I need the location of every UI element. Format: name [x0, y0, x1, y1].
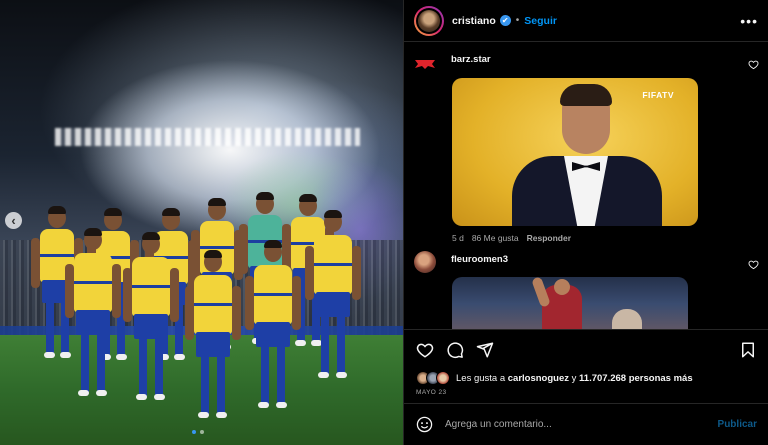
heart-icon[interactable]: [748, 259, 759, 270]
list-item: fleuroomen3: [414, 251, 759, 329]
comment-gif[interactable]: [452, 277, 688, 329]
publish-button[interactable]: Publicar: [718, 419, 757, 430]
comment-form: Publicar: [404, 403, 768, 445]
comment-time: 5 d: [452, 233, 464, 243]
comment-meta: 5 d 86 Me gusta Responder: [452, 233, 571, 243]
comment-likes[interactable]: 86 Me gusta: [472, 233, 519, 243]
reply-button[interactable]: Responder: [527, 233, 571, 243]
verified-icon: ✔: [499, 15, 511, 26]
likes-prefix: Les gusta a: [456, 372, 508, 384]
likes-count[interactable]: 11.707.268 personas más: [579, 373, 693, 384]
stadium-lights: [55, 128, 360, 146]
emoji-icon[interactable]: [416, 416, 433, 433]
gif-hair: [560, 84, 612, 106]
action-bar: [416, 340, 757, 360]
heart-icon[interactable]: [748, 59, 759, 70]
carousel-dots: [192, 430, 204, 434]
chevron-left-icon[interactable]: ‹: [5, 212, 22, 229]
avatar[interactable]: [414, 5, 444, 36]
list-item: barz.star FIFATV 5 d 86 Me gusta Respond…: [414, 53, 759, 253]
liker-avatars: [416, 371, 450, 385]
carousel-dot: [200, 430, 204, 434]
separator-dot: •: [515, 15, 520, 26]
more-icon[interactable]: •••: [740, 13, 758, 29]
comments-list[interactable]: barz.star FIFATV 5 d 86 Me gusta Respond…: [404, 43, 768, 329]
comment-gif[interactable]: FIFATV: [452, 78, 698, 226]
comment-username[interactable]: barz.star: [451, 54, 491, 65]
post-actions: Les gusta a carlosnoguez y 11.707.268 pe…: [404, 329, 768, 403]
likes-middle: y: [569, 372, 580, 384]
avatar[interactable]: [414, 53, 436, 75]
avatar: [436, 371, 450, 385]
barz-logo: [415, 60, 435, 69]
heart-icon[interactable]: [416, 341, 434, 359]
comment-input[interactable]: [445, 419, 718, 430]
post-photo[interactable]: ‹: [0, 0, 403, 445]
comment-username[interactable]: fleuroomen3: [451, 254, 508, 265]
share-icon[interactable]: [476, 341, 494, 359]
comment-icon[interactable]: [446, 341, 464, 359]
avatar[interactable]: [414, 251, 436, 273]
gif-head: [554, 279, 570, 295]
post-panel: cristiano ✔ • Seguir ••• barz.star FIFAT…: [403, 0, 768, 445]
gif-figure: [612, 309, 642, 329]
liker-username[interactable]: carlosnoguez: [508, 373, 569, 384]
likes-summary[interactable]: Les gusta a carlosnoguez y 11.707.268 pe…: [416, 371, 693, 385]
account-username[interactable]: cristiano: [452, 15, 496, 27]
save-icon[interactable]: [739, 341, 757, 359]
post-header: cristiano ✔ • Seguir •••: [404, 0, 768, 42]
gif-brand-label: FIFATV: [642, 90, 674, 100]
follow-button[interactable]: Seguir: [524, 15, 557, 27]
post-date: MAYO 23: [416, 389, 447, 396]
carousel-dot: [192, 430, 196, 434]
